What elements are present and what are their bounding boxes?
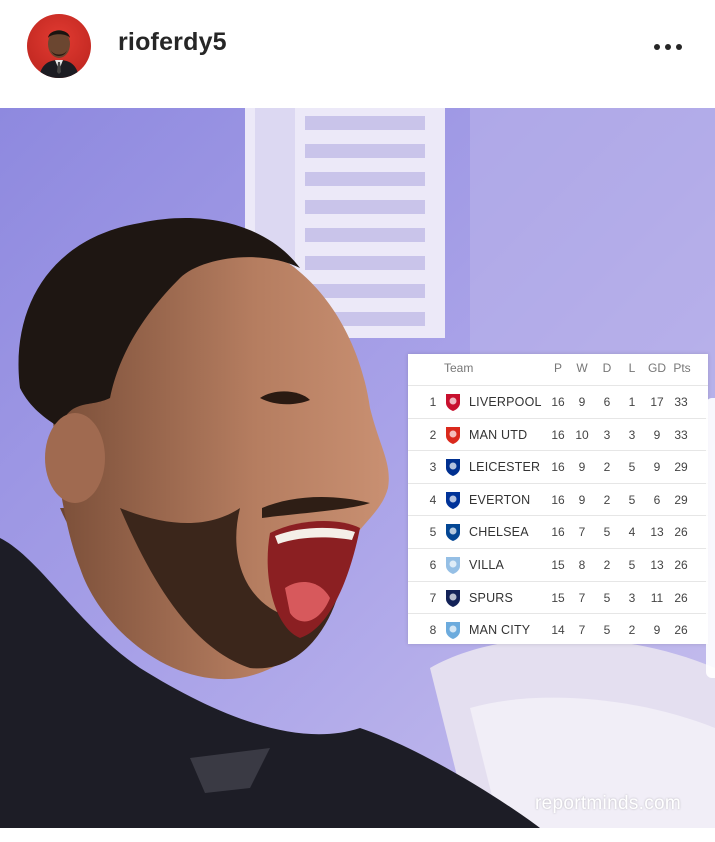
dot	[676, 44, 682, 50]
table-row: 7 SPURS 15 7 5 3 11 26	[408, 580, 708, 614]
avatar-portrait	[39, 30, 79, 78]
club-crest-icon	[446, 524, 460, 542]
losses: 1	[628, 395, 636, 409]
team-name: EVERTON	[469, 492, 531, 507]
club-crest-icon	[446, 557, 460, 574]
position: 7	[429, 590, 437, 605]
team-name: VILLA	[469, 558, 505, 572]
header-d: D	[602, 361, 612, 375]
points: 29	[674, 460, 688, 475]
draws: 5	[603, 623, 611, 638]
goal-difference: 9	[653, 427, 661, 442]
position: 6	[429, 558, 437, 572]
wins: 10	[575, 427, 589, 442]
points: 26	[674, 590, 688, 605]
losses: 5	[628, 492, 636, 507]
watermark: reportminds.com	[535, 793, 681, 814]
goal-difference: 13	[650, 558, 664, 572]
position: 1	[429, 395, 437, 409]
losses: 5	[628, 460, 636, 475]
played: 16	[551, 492, 565, 507]
table-row: 5 CHELSEA 16 7 5 4 13 26	[408, 515, 708, 548]
position: 5	[429, 525, 437, 540]
league-table: Team P W D L GD Pts 1 LIVERPOOL 16 9 6 1 17 33 2…	[408, 354, 708, 644]
goal-difference: 11	[650, 590, 664, 605]
table-row: 4 EVERTON 16 9 2 5 6 29	[408, 482, 708, 516]
team-name: MAN UTD	[469, 427, 528, 442]
wins: 9	[578, 395, 586, 409]
table-row: 6 VILLA 15 8 2 5 13 26	[408, 548, 708, 581]
club-crest-icon	[446, 459, 460, 477]
points: 26	[674, 525, 688, 540]
post-photo[interactable]: Team P W D L GD Pts 1 LIVERPOOL 16 9 6 1 17 33 2…	[0, 108, 715, 828]
goal-difference: 9	[653, 460, 661, 475]
position: 3	[429, 460, 437, 475]
losses: 4	[628, 525, 636, 540]
wins: 7	[578, 525, 586, 540]
team-name: LIVERPOOL	[469, 395, 542, 409]
points: 26	[674, 623, 688, 638]
team-name: LEICESTER	[469, 460, 541, 475]
played: 14	[551, 623, 565, 638]
header-w: W	[576, 361, 588, 375]
team-name: SPURS	[469, 590, 514, 605]
draws: 5	[603, 525, 611, 540]
losses: 3	[628, 427, 636, 442]
header-pts: Pts	[673, 361, 691, 375]
table-row: 3 LEICESTER 16 9 2 5 9 29	[408, 450, 708, 483]
club-crest-icon	[446, 491, 460, 509]
goal-difference: 13	[650, 525, 664, 540]
draws: 6	[603, 395, 611, 409]
table-row: 8 MAN CITY 14 7 5 2 9 26	[408, 613, 708, 646]
position: 8	[429, 623, 437, 638]
played: 15	[551, 558, 565, 572]
dot	[665, 44, 671, 50]
played: 16	[551, 427, 565, 442]
header-l: L	[628, 361, 636, 375]
goal-difference: 9	[653, 623, 661, 638]
draws: 2	[603, 558, 611, 572]
position: 2	[429, 427, 437, 442]
team-name: MAN CITY	[469, 623, 531, 638]
wins: 7	[578, 623, 586, 638]
played: 16	[551, 460, 565, 475]
draws: 5	[603, 590, 611, 605]
scroll-edge	[706, 398, 715, 678]
points: 29	[674, 492, 688, 507]
played: 15	[551, 590, 565, 605]
table-row: 1 LIVERPOOL 16 9 6 1 17 33	[408, 385, 708, 418]
club-crest-icon	[446, 394, 460, 411]
club-crest-icon	[446, 622, 460, 640]
played: 16	[551, 525, 565, 540]
wins: 9	[578, 460, 586, 475]
played: 16	[551, 395, 565, 409]
points: 26	[674, 558, 688, 572]
goal-difference: 17	[650, 395, 664, 409]
more-options-icon[interactable]	[650, 37, 686, 57]
header-team: Team	[444, 361, 474, 375]
wins: 9	[578, 492, 586, 507]
table-row: 2 MAN UTD 16 10 3 3 9 33	[408, 417, 708, 451]
profile-avatar[interactable]	[27, 14, 91, 78]
post-header: rioferdy5	[0, 0, 715, 108]
draws: 2	[603, 460, 611, 475]
goal-difference: 6	[653, 492, 661, 507]
losses: 2	[628, 623, 636, 638]
points: 33	[674, 395, 688, 409]
draws: 3	[603, 427, 611, 442]
post-username[interactable]: rioferdy5	[118, 28, 227, 57]
header-p: P	[553, 361, 562, 375]
losses: 5	[628, 558, 636, 572]
team-name: CHELSEA	[469, 525, 529, 540]
club-crest-icon	[446, 589, 460, 607]
losses: 3	[628, 590, 636, 605]
dot	[654, 44, 660, 50]
points: 33	[674, 427, 688, 442]
position: 4	[429, 492, 437, 507]
wins: 8	[578, 558, 586, 572]
wins: 7	[578, 590, 586, 605]
draws: 2	[603, 492, 611, 507]
header-gd: GD	[648, 361, 666, 375]
club-crest-icon	[446, 426, 460, 444]
